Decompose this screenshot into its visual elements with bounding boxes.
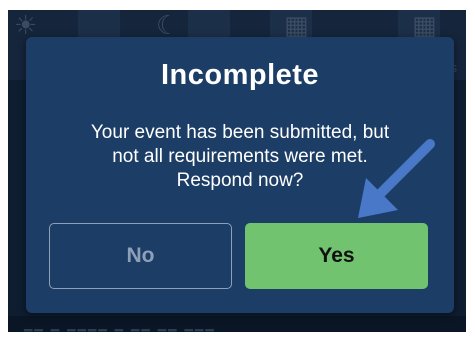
sun-icon: ☀ [14, 10, 38, 40]
dialog-message-line: Your event has been submitted, but [90, 122, 390, 143]
background-obscured-text: ━━ ━ ━━━━ ━ ━━ ━━ ━━━ [24, 322, 216, 332]
moon-icon: ☾ [156, 10, 180, 40]
calendar-icon: ▦ [284, 10, 309, 40]
no-button[interactable]: No [49, 223, 232, 289]
dialog-title: Incomplete [160, 59, 320, 91]
calendar-icon: ▦ [412, 10, 437, 40]
app-screen: ☀ ☾ ▦ ▦ ys ━━ ━ ━━━━ ━ ━━ ━━ ━━━ Incompl… [8, 10, 466, 332]
dialog-message: Your event has been submitted, but not a… [46, 121, 434, 193]
yes-button[interactable]: Yes [245, 223, 428, 289]
incomplete-dialog: Incomplete Your event has been submitted… [26, 37, 454, 313]
dialog-message-line: not all requirements were met. [112, 146, 368, 167]
dialog-message-line: Respond now? [176, 170, 304, 191]
